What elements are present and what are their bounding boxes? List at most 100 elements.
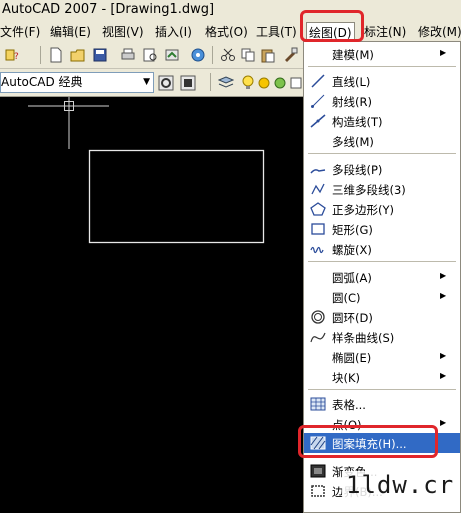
title-bar: AutoCAD 2007 - [Drawing1.dwg] [0, 0, 461, 21]
menu-edit[interactable]: 编辑(E) [50, 23, 91, 40]
menu-item-table[interactable]: 表格... [304, 394, 460, 414]
menu-draw[interactable]: 绘图(D) [306, 22, 355, 43]
menu-item-label: 射线(R) [332, 95, 372, 109]
menu-item-ellipse[interactable]: 椭圆(E) ▶ [304, 347, 460, 367]
menu-item-polyline[interactable]: 多段线(P) [304, 159, 460, 179]
menu-item-line[interactable]: 直线(L) [304, 71, 460, 91]
submenu-arrow-icon: ▶ [440, 291, 447, 300]
open-folder-icon[interactable] [70, 47, 86, 63]
menu-item-hatch[interactable]: 图案填充(H)... [304, 433, 460, 453]
workspace-dropdown[interactable]: AutoCAD 经典 ▼ [0, 72, 154, 93]
toolbar-separator [210, 73, 211, 91]
menu-item-3d-polyline[interactable]: 三维多段线(3) [304, 179, 460, 199]
menu-bar: 文件(F) 编辑(E) 视图(V) 插入(I) 格式(O) 工具(T) 绘图(D… [0, 20, 461, 43]
menu-item-label: 椭圆(E) [332, 351, 372, 365]
menu-modify[interactable]: 修改(M) [418, 23, 461, 40]
menu-item-label: 建模(M) [332, 48, 374, 62]
menu-insert[interactable]: 插入(I) [155, 23, 192, 40]
lightbulb-icon[interactable] [240, 75, 256, 91]
menu-item-spline[interactable]: 样条曲线(S) [304, 327, 460, 347]
menu-item-label: 块(K) [332, 371, 361, 385]
workspace-settings-icon[interactable] [158, 75, 174, 91]
copy-icon[interactable] [240, 47, 256, 63]
print-icon[interactable] [120, 47, 136, 63]
menu-item-label: 圆环(D) [332, 311, 373, 325]
menu-format[interactable]: 格式(O) [205, 23, 248, 40]
menu-separator [308, 153, 456, 154]
menu-item-label: 直线(L) [332, 75, 371, 89]
menu-item-label: 点(O) [332, 418, 362, 432]
layer-properties-icon[interactable] [218, 75, 234, 91]
menu-separator [308, 66, 456, 67]
plot-preview-icon[interactable] [142, 47, 158, 63]
menu-separator [308, 261, 456, 262]
rectangle-shape [88, 149, 265, 244]
3d-dwf-icon[interactable] [190, 47, 206, 63]
menu-item-label: 样条曲线(S) [332, 331, 395, 345]
rectangle-icon [311, 223, 325, 235]
toolbar-separator [40, 46, 41, 64]
menu-file[interactable]: 文件(F) [0, 23, 40, 40]
menu-item-label: 正多边形(Y) [332, 203, 394, 217]
menu-item-multiline[interactable]: 多线(M) [304, 131, 460, 151]
menu-item-donut[interactable]: 圆环(D) [304, 307, 460, 327]
cut-icon[interactable] [220, 47, 236, 63]
window-title: AutoCAD 2007 - [Drawing1.dwg] [2, 2, 215, 17]
match-properties-icon[interactable] [282, 47, 298, 63]
menu-item-ray[interactable]: 射线(R) [304, 91, 460, 111]
table-icon [310, 397, 326, 411]
menu-item-label: 矩形(G) [332, 223, 373, 237]
menu-item-label: 图案填充(H)... [332, 437, 407, 451]
menu-item-construction-line[interactable]: 构造线(T) [304, 111, 460, 131]
submenu-arrow-icon: ▶ [440, 418, 447, 427]
layer-color-icon[interactable] [288, 75, 304, 91]
menu-item-block[interactable]: 块(K) ▶ [304, 367, 460, 387]
menu-item-helix[interactable]: 螺旋(X) [304, 239, 460, 259]
draw-menu-dropdown: 建模(M) ▶ 直线(L) 射线(R) 构造线(T) 多线(M) 多段线(P) … [303, 41, 461, 513]
xline-icon [310, 114, 326, 128]
new-file-icon[interactable] [48, 47, 64, 63]
menu-item-label: 多段线(P) [332, 163, 383, 177]
menu-item-label: 圆(C) [332, 291, 361, 305]
menu-tools[interactable]: 工具(T) [256, 23, 297, 40]
helix-icon [310, 246, 324, 254]
menu-item-label: 圆弧(A) [332, 271, 372, 285]
menu-item-label: 构造线(T) [332, 115, 383, 129]
polyline-icon [310, 169, 326, 174]
menu-item-label: 螺旋(X) [332, 243, 372, 257]
menu-item-arc[interactable]: 圆弧(A) ▶ [304, 267, 460, 287]
menu-view[interactable]: 视图(V) [102, 23, 144, 40]
submenu-arrow-icon: ▶ [440, 371, 447, 380]
toolbar-separator [212, 46, 213, 64]
help-icon[interactable]: ? [4, 47, 20, 63]
menu-dimension[interactable]: 标注(N) [364, 23, 406, 40]
menu-item-point[interactable]: 点(O) ▶ [304, 414, 460, 434]
paste-icon[interactable] [260, 47, 276, 63]
chevron-down-icon[interactable]: ▼ [143, 73, 150, 92]
svg-text:?: ? [14, 52, 19, 62]
donut-icon [311, 310, 325, 324]
save-icon[interactable] [92, 47, 108, 63]
gradient-icon [310, 464, 326, 478]
menu-item-label: 三维多段线(3) [332, 183, 406, 197]
menu-item-polygon[interactable]: 正多边形(Y) [304, 199, 460, 219]
menu-item-label: 表格... [332, 398, 366, 412]
hatch-icon [310, 436, 326, 450]
spline-icon [310, 332, 326, 343]
menu-separator [308, 389, 456, 390]
menu-item-label: 多线(M) [332, 135, 374, 149]
publish-icon[interactable] [164, 47, 180, 63]
save-workspace-icon[interactable] [180, 75, 196, 91]
menu-item-rectangle[interactable]: 矩形(G) [304, 219, 460, 239]
line-icon [311, 74, 325, 88]
polygon-icon [310, 202, 326, 216]
watermark-text: 1ldw.cr [342, 471, 459, 499]
menu-item-circle[interactable]: 圆(C) ▶ [304, 287, 460, 307]
freeze-sun-icon[interactable] [256, 75, 272, 91]
menu-item-modeling[interactable]: 建模(M) ▶ [304, 44, 460, 64]
lock-icon[interactable] [272, 75, 288, 91]
3d-polyline-icon [311, 183, 325, 195]
submenu-arrow-icon: ▶ [440, 271, 447, 280]
workspace-value: AutoCAD 经典 [1, 75, 83, 89]
submenu-arrow-icon: ▶ [440, 351, 447, 360]
